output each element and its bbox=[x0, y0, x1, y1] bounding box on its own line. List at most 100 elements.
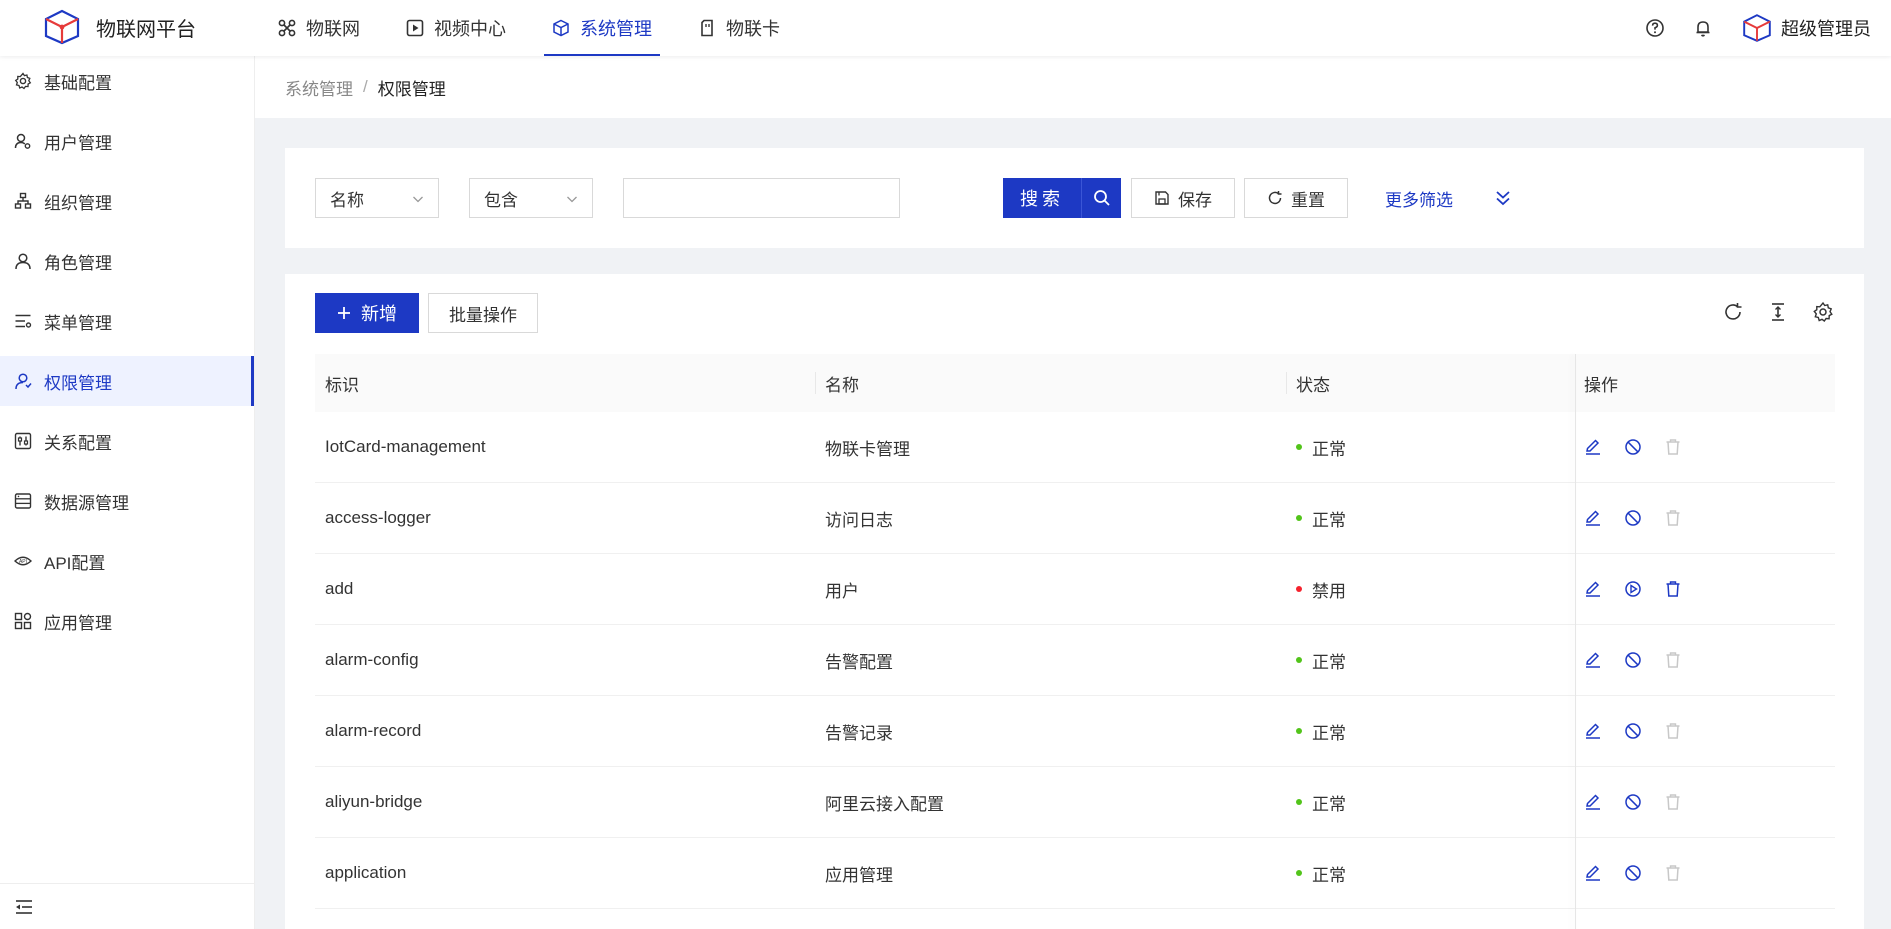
topnav-item-sim[interactable]: 物联卡 bbox=[690, 0, 788, 56]
sidebar-item-org[interactable]: 组织管理 bbox=[0, 176, 254, 226]
operator-select-value: 包含 bbox=[484, 190, 518, 210]
sidebar-item-permissions[interactable]: 权限管理 bbox=[0, 356, 254, 406]
cell-id: application bbox=[325, 863, 407, 882]
help-icon[interactable] bbox=[1645, 18, 1665, 38]
sidebar-item-api[interactable]: API API配置 bbox=[0, 536, 254, 586]
settings-icon[interactable] bbox=[1812, 301, 1834, 323]
user-manage-icon bbox=[14, 133, 31, 149]
status-badge: 正常 bbox=[1296, 696, 1346, 766]
menu-list-icon bbox=[15, 314, 32, 328]
delete-icon bbox=[1666, 652, 1680, 668]
enable-icon[interactable] bbox=[1624, 580, 1642, 598]
reset-label: 重置 bbox=[1291, 190, 1325, 210]
sidebar-item-roles[interactable]: 角色管理 bbox=[0, 236, 254, 286]
chevron-down-icon bbox=[413, 196, 423, 203]
logo[interactable]: 物联网平台 bbox=[42, 9, 196, 45]
edit-icon[interactable] bbox=[1584, 864, 1602, 882]
add-button[interactable]: 新增 bbox=[315, 293, 419, 333]
status-text: 正常 bbox=[1312, 723, 1346, 743]
delete-icon[interactable] bbox=[1664, 580, 1682, 598]
status-badge: 禁用 bbox=[1296, 554, 1346, 624]
save-button[interactable]: 保存 bbox=[1131, 178, 1235, 218]
disable-icon[interactable] bbox=[1624, 793, 1642, 811]
double-chevron-down-icon[interactable] bbox=[1494, 188, 1512, 208]
sidebar-collapse-button[interactable] bbox=[0, 883, 255, 929]
add-label: 新增 bbox=[361, 304, 397, 324]
sidebar-item-label: 基础配置 bbox=[44, 73, 112, 93]
disable-icon[interactable] bbox=[1624, 864, 1642, 882]
status-text: 正常 bbox=[1312, 510, 1346, 530]
column-divider bbox=[1286, 372, 1287, 394]
disable-icon[interactable] bbox=[1624, 438, 1642, 456]
cell-name: 物联卡管理 bbox=[825, 439, 910, 459]
sidebar-item-users[interactable]: 用户管理 bbox=[0, 116, 254, 166]
column-header-id: 标识 bbox=[325, 375, 359, 395]
user-menu[interactable]: 超级管理员 bbox=[1741, 13, 1871, 43]
sidebar-item-label: 关系配置 bbox=[44, 433, 112, 453]
table-row[interactable]: IotCard-management 物联卡管理 正常 bbox=[315, 412, 1835, 483]
breadcrumb-parent[interactable]: 系统管理 bbox=[285, 75, 353, 100]
filter-value-input[interactable] bbox=[623, 178, 900, 218]
sidebar-item-menus[interactable]: 菜单管理 bbox=[0, 296, 254, 346]
row-actions bbox=[1584, 483, 1704, 553]
sidebar-item-relations[interactable]: 关系配置 bbox=[0, 416, 254, 466]
delete-icon bbox=[1666, 723, 1680, 739]
edit-icon[interactable] bbox=[1584, 509, 1602, 527]
avatar bbox=[1743, 14, 1771, 42]
reload-icon bbox=[1268, 191, 1282, 205]
table-row[interactable]: alarm-config 告警配置 正常 bbox=[315, 625, 1835, 696]
top-nav: 物联网 视频中心 系统管理 物联卡 bbox=[270, 0, 818, 56]
sidebar-item-label: 角色管理 bbox=[44, 253, 112, 273]
edit-icon[interactable] bbox=[1584, 722, 1602, 740]
disable-icon[interactable] bbox=[1624, 651, 1642, 669]
menu-fold-icon bbox=[16, 899, 32, 914]
column-height-icon[interactable] bbox=[1767, 301, 1789, 323]
datasource-icon bbox=[14, 493, 32, 509]
topnav-item-system[interactable]: 系统管理 bbox=[544, 0, 660, 56]
batch-actions-button[interactable]: 批量操作 bbox=[428, 293, 538, 333]
edit-icon[interactable] bbox=[1584, 793, 1602, 811]
search-icon-button[interactable] bbox=[1082, 178, 1121, 218]
system-icon bbox=[553, 19, 569, 37]
sidebar-item-label: API配置 bbox=[44, 553, 106, 573]
table-tools bbox=[1699, 301, 1834, 323]
topnav-item-iot[interactable]: 物联网 bbox=[270, 0, 368, 56]
breadcrumb: 系统管理 / 权限管理 bbox=[255, 56, 1891, 118]
status-dot bbox=[1296, 657, 1302, 663]
breadcrumb-separator: / bbox=[363, 77, 368, 96]
edit-icon[interactable] bbox=[1584, 651, 1602, 669]
table-row[interactable]: aliyun-bridge 阿里云接入配置 正常 bbox=[315, 767, 1835, 838]
topnav-item-video[interactable]: 视频中心 bbox=[398, 0, 514, 56]
sidebar-item-basic-config[interactable]: 基础配置 bbox=[0, 56, 254, 106]
table-row[interactable]: application 应用管理 正常 bbox=[315, 838, 1835, 909]
status-dot bbox=[1296, 870, 1302, 876]
bell-icon[interactable] bbox=[1693, 18, 1713, 38]
cell-id: access-logger bbox=[325, 508, 431, 527]
permission-icon bbox=[15, 373, 32, 390]
user-name: 超级管理员 bbox=[1781, 19, 1871, 39]
field-select[interactable]: 名称 bbox=[315, 178, 439, 218]
table-row[interactable]: alarm-record 告警记录 正常 bbox=[315, 696, 1835, 767]
reset-button[interactable]: 重置 bbox=[1244, 178, 1348, 218]
edit-icon[interactable] bbox=[1584, 580, 1602, 598]
row-actions bbox=[1584, 412, 1704, 482]
disable-icon[interactable] bbox=[1624, 509, 1642, 527]
status-dot bbox=[1296, 515, 1302, 521]
refresh-icon[interactable] bbox=[1722, 301, 1744, 323]
operator-select[interactable]: 包含 bbox=[469, 178, 593, 218]
cell-id: IotCard-management bbox=[325, 437, 486, 456]
sidebar-item-apps[interactable]: 应用管理 bbox=[0, 596, 254, 646]
table-row[interactable]: add 用户 禁用 bbox=[315, 554, 1835, 625]
disable-icon[interactable] bbox=[1624, 722, 1642, 740]
delete-icon bbox=[1666, 510, 1680, 526]
status-badge: 正常 bbox=[1296, 838, 1346, 908]
sidebar-item-datasource[interactable]: 数据源管理 bbox=[0, 476, 254, 526]
edit-icon[interactable] bbox=[1584, 438, 1602, 456]
search-button[interactable]: 搜索 bbox=[1003, 178, 1082, 218]
cell-id: alarm-record bbox=[325, 721, 422, 740]
table-row[interactable]: access-logger 访问日志 正常 bbox=[315, 483, 1835, 554]
header-actions: 超级管理员 bbox=[1617, 0, 1871, 56]
status-text: 正常 bbox=[1312, 865, 1346, 885]
gear-icon bbox=[14, 72, 32, 90]
more-filter-link[interactable]: 更多筛选 bbox=[1385, 178, 1453, 218]
